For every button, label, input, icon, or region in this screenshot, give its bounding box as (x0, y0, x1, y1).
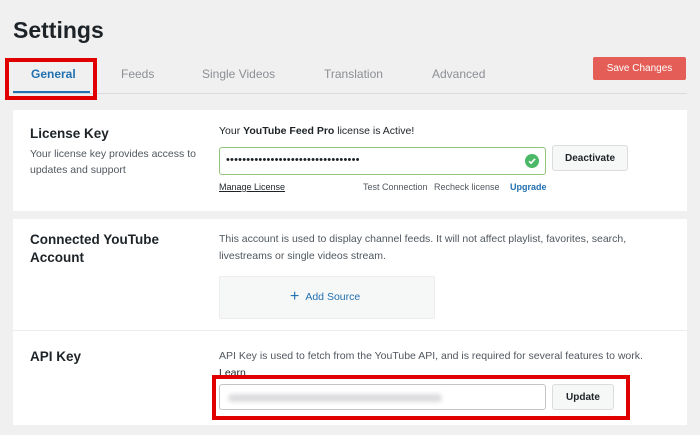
connected-account-title-line1: Connected YouTube (30, 232, 160, 247)
test-connection-link[interactable]: Test Connection (363, 182, 428, 192)
page-title: Settings (13, 17, 104, 43)
connected-account-title-line2: Account (30, 250, 84, 265)
license-status-prefix: Your (219, 125, 244, 137)
connected-account-description-line2: livestreams or single videos stream. (219, 250, 386, 262)
api-key-description-text: API Key is used to fetch from the YouTub… (219, 350, 643, 362)
license-key-title: License Key (30, 126, 109, 141)
license-status: Your YouTube Feed Pro license is Active! (219, 123, 414, 140)
recheck-license-link[interactable]: Recheck license (434, 182, 500, 192)
license-product-name: YouTube Feed Pro (243, 125, 335, 137)
tab-feeds[interactable]: Feeds (121, 67, 154, 81)
check-circle-icon (525, 154, 539, 168)
api-key-title: API Key (30, 349, 82, 364)
tab-single-videos[interactable]: Single Videos (202, 67, 275, 81)
plus-icon: + (290, 288, 300, 305)
add-source-content: + Add Source (290, 288, 361, 305)
tab-translation[interactable]: Translation (324, 67, 383, 81)
license-key-card: License Key Your license key provides ac… (13, 110, 687, 211)
connected-account-description: This account is used to display channel … (219, 231, 626, 265)
deactivate-button[interactable]: Deactivate (552, 145, 628, 171)
license-key-description: Your license key provides access to upda… (30, 148, 196, 176)
highlight-box-general-tab (5, 58, 97, 100)
license-status-suffix: license is Active! (334, 125, 415, 137)
tab-advanced[interactable]: Advanced (432, 67, 485, 81)
manage-license-link[interactable]: Manage License (219, 182, 285, 192)
add-source-label: Add Source (305, 291, 361, 303)
connected-account-description-line1: This account is used to display channel … (219, 233, 627, 245)
license-key-input[interactable]: ••••••••••••••••••••••••••••••••• (219, 147, 546, 175)
connected-account-title: Connected YouTube Account (30, 231, 159, 267)
save-changes-button[interactable]: Save Changes (593, 57, 686, 80)
add-source-button[interactable]: + Add Source (219, 276, 435, 319)
highlight-box-api-key (212, 375, 630, 420)
tab-bar: General Feeds Single Videos Translation … (13, 58, 687, 94)
upgrade-link[interactable]: Upgrade (510, 182, 547, 192)
license-key-value: ••••••••••••••••••••••••••••••••• (226, 154, 360, 166)
